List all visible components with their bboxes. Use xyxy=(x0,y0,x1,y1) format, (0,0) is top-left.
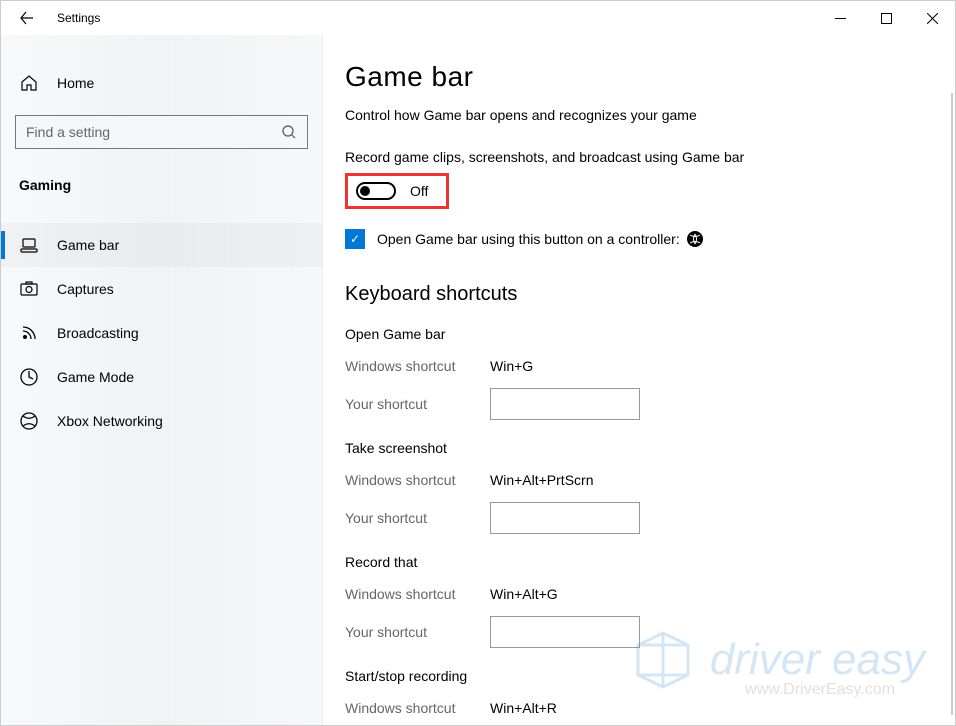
close-icon xyxy=(927,13,938,24)
controller-button-checkbox[interactable]: ✓ xyxy=(345,229,365,249)
back-button[interactable] xyxy=(17,8,37,28)
main-content: Game bar Control how Game bar opens and … xyxy=(323,35,955,725)
shortcut-group: Record that Windows shortcut Win+Alt+G Y… xyxy=(345,554,945,648)
sidebar-item-label: Broadcasting xyxy=(57,325,139,341)
minimize-button[interactable] xyxy=(817,2,863,34)
game-bar-icon xyxy=(19,235,39,255)
xbox-networking-icon xyxy=(19,411,39,431)
shortcut-group: Start/stop recording Windows shortcut Wi… xyxy=(345,668,945,725)
windows-shortcut-label: Windows shortcut xyxy=(345,472,490,488)
checkbox-label: Open Game bar using this button on a con… xyxy=(377,230,704,248)
windows-shortcut-value: Win+Alt+G xyxy=(490,586,558,602)
arrow-left-icon xyxy=(19,10,35,26)
shortcuts-title: Keyboard shortcuts xyxy=(345,283,945,306)
sidebar-item-label: Captures xyxy=(57,281,114,297)
window-title: Settings xyxy=(57,11,100,25)
sidebar-item-broadcasting[interactable]: Broadcasting xyxy=(1,311,322,355)
titlebar-controls xyxy=(817,2,955,34)
xbox-button-icon xyxy=(686,230,704,248)
toggle-highlight-box: Off xyxy=(345,173,449,209)
scrollbar[interactable] xyxy=(951,93,953,715)
shortcut-group-title: Start/stop recording xyxy=(345,668,945,684)
gamebar-toggle[interactable] xyxy=(356,182,396,200)
checkmark-icon: ✓ xyxy=(350,232,360,246)
game-mode-icon xyxy=(19,367,39,387)
toggle-thumb xyxy=(360,186,370,196)
titlebar: Settings xyxy=(1,1,955,35)
toggle-caption: Record game clips, screenshots, and broa… xyxy=(345,149,945,165)
sidebar: Home Gaming Game bar Captures Broa xyxy=(1,35,323,725)
your-shortcut-label: Your shortcut xyxy=(345,510,490,526)
sidebar-home[interactable]: Home xyxy=(1,63,322,103)
shortcut-group-title: Take screenshot xyxy=(345,440,945,456)
windows-shortcut-value: Win+Alt+R xyxy=(490,700,557,716)
sidebar-item-label: Xbox Networking xyxy=(57,413,163,429)
shortcut-group-title: Open Game bar xyxy=(345,326,945,342)
shortcut-group: Open Game bar Windows shortcut Win+G You… xyxy=(345,326,945,420)
sidebar-item-game-mode[interactable]: Game Mode xyxy=(1,355,322,399)
windows-shortcut-value: Win+Alt+PrtScrn xyxy=(490,472,593,488)
shortcut-group-title: Record that xyxy=(345,554,945,570)
sidebar-item-label: Game bar xyxy=(57,237,119,253)
search-input[interactable] xyxy=(26,124,281,140)
maximize-button[interactable] xyxy=(863,2,909,34)
your-shortcut-input[interactable] xyxy=(490,388,640,420)
windows-shortcut-label: Windows shortcut xyxy=(345,358,490,374)
windows-shortcut-label: Windows shortcut xyxy=(345,586,490,602)
broadcasting-icon xyxy=(19,323,39,343)
windows-shortcut-label: Windows shortcut xyxy=(345,700,490,716)
windows-shortcut-value: Win+G xyxy=(490,358,533,374)
your-shortcut-input[interactable] xyxy=(490,616,640,648)
close-button[interactable] xyxy=(909,2,955,34)
your-shortcut-label: Your shortcut xyxy=(345,396,490,412)
minimize-icon xyxy=(835,13,846,24)
shortcut-group: Take screenshot Windows shortcut Win+Alt… xyxy=(345,440,945,534)
sidebar-home-label: Home xyxy=(57,75,94,91)
page-title: Game bar xyxy=(345,61,945,93)
sidebar-item-label: Game Mode xyxy=(57,369,134,385)
your-shortcut-input[interactable] xyxy=(490,502,640,534)
checkbox-text: Open Game bar using this button on a con… xyxy=(377,231,680,247)
search-icon xyxy=(281,124,297,140)
maximize-icon xyxy=(881,13,892,24)
sidebar-section-label: Gaming xyxy=(1,167,322,203)
toggle-state-label: Off xyxy=(410,183,428,199)
page-description: Control how Game bar opens and recognize… xyxy=(345,107,945,123)
sidebar-item-xbox-networking[interactable]: Xbox Networking xyxy=(1,399,322,443)
search-box[interactable] xyxy=(15,115,308,149)
sidebar-item-captures[interactable]: Captures xyxy=(1,267,322,311)
your-shortcut-label: Your shortcut xyxy=(345,624,490,640)
captures-icon xyxy=(19,279,39,299)
home-icon xyxy=(19,73,39,93)
sidebar-item-game-bar[interactable]: Game bar xyxy=(1,223,322,267)
